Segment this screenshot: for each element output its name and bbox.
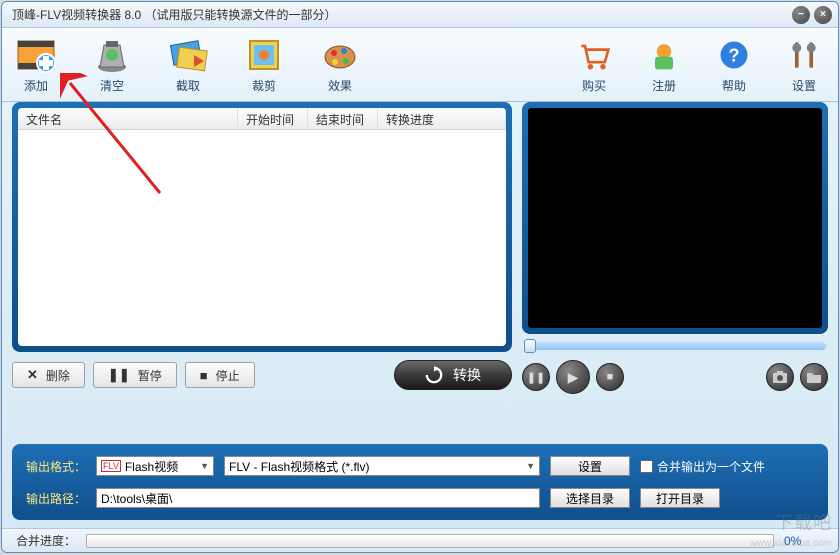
player-pause-button[interactable]: ❚❚ (522, 363, 550, 391)
stop-button[interactable]: ■停止 (185, 362, 255, 388)
col-filename: 文件名 (18, 108, 238, 129)
minimize-button[interactable]: − (792, 6, 810, 24)
path-label: 输出路径： (26, 490, 86, 507)
slider-thumb[interactable] (524, 339, 536, 353)
stop-icon: ■ (200, 368, 208, 383)
format-ext-select[interactable]: FLV - Flash视频格式 (*.flv) ▼ (224, 456, 540, 476)
statusbar: 合并进度： 0% (2, 528, 838, 552)
choose-dir-button[interactable]: 选择目录 (550, 488, 630, 508)
delete-icon: ✕ (27, 367, 38, 383)
crop-button[interactable]: 裁剪 (238, 33, 290, 96)
effect-label: 效果 (328, 77, 352, 94)
crop-icon (244, 35, 284, 75)
delete-button[interactable]: ✕删除 (12, 362, 85, 388)
merge-progress-bar (86, 534, 774, 548)
clear-icon (92, 35, 132, 75)
chevron-down-icon: ▼ (526, 461, 535, 471)
open-folder-button[interactable] (800, 363, 828, 391)
format-row: 输出格式： FLV Flash视频 ▼ FLV - Flash视频格式 (*.f… (26, 456, 814, 476)
convert-button[interactable]: 转换 (394, 360, 512, 390)
format-settings-button[interactable]: 设置 (550, 456, 630, 476)
help-icon: ? (714, 35, 754, 75)
add-button[interactable]: 添加 (10, 33, 62, 96)
window-title: 顶峰-FLV视频转换器 8.0 （试用版只能转换源文件的一部分） (12, 6, 792, 23)
watermark-url: www.xiazaiba.com (750, 538, 832, 549)
format-type-select[interactable]: FLV Flash视频 ▼ (96, 456, 214, 476)
player-play-button[interactable]: ▶ (556, 360, 590, 394)
buy-button[interactable]: 购买 (568, 33, 620, 96)
col-progress: 转换进度 (378, 108, 506, 129)
crop-label: 裁剪 (252, 77, 276, 94)
toolbar-right-group: 购买 注册 ? 帮助 设置 (568, 33, 830, 96)
convert-icon (425, 366, 443, 384)
col-start-time: 开始时间 (238, 108, 308, 129)
effect-icon (320, 35, 360, 75)
settings-button[interactable]: 设置 (778, 33, 830, 96)
clear-button[interactable]: 清空 (86, 33, 138, 96)
close-button[interactable]: × (814, 6, 832, 24)
left-panel: 文件名 开始时间 结束时间 转换进度 ✕删除 ❚❚暂停 ■停止 转换 (12, 102, 512, 436)
capture-label: 截取 (176, 77, 200, 94)
add-label: 添加 (24, 77, 48, 94)
snapshot-button[interactable] (766, 363, 794, 391)
right-panel: ❚❚ ▶ ■ (522, 102, 828, 436)
help-button[interactable]: ? 帮助 (708, 33, 760, 96)
main-toolbar: 添加 清空 截取 裁剪 (2, 28, 838, 102)
settings-icon (784, 35, 824, 75)
register-label: 注册 (652, 77, 676, 94)
file-list[interactable]: 文件名 开始时间 结束时间 转换进度 (18, 108, 506, 346)
video-preview[interactable] (528, 108, 822, 328)
watermark-text: 下载吧 (775, 509, 832, 535)
titlebar: 顶峰-FLV视频转换器 8.0 （试用版只能转换源文件的一部分） − × (2, 2, 838, 28)
register-icon (644, 35, 684, 75)
buy-label: 购买 (582, 77, 606, 94)
col-end-time: 结束时间 (308, 108, 378, 129)
help-label: 帮助 (722, 77, 746, 94)
flv-badge-icon: FLV (101, 460, 121, 472)
main-area: 文件名 开始时间 结束时间 转换进度 ✕删除 ❚❚暂停 ■停止 转换 (2, 102, 838, 436)
playback-slider[interactable] (524, 342, 826, 350)
capture-button[interactable]: 截取 (162, 33, 214, 96)
player-stop-button[interactable]: ■ (596, 363, 624, 391)
file-list-container: 文件名 开始时间 结束时间 转换进度 (12, 102, 512, 352)
effect-button[interactable]: 效果 (314, 33, 366, 96)
clear-label: 清空 (100, 77, 124, 94)
toolbar-left-group: 添加 清空 截取 裁剪 (10, 33, 366, 96)
pause-button[interactable]: ❚❚暂停 (93, 362, 177, 388)
merge-checkbox[interactable] (640, 460, 653, 473)
output-settings: 输出格式： FLV Flash视频 ▼ FLV - Flash视频格式 (*.f… (12, 444, 828, 520)
list-controls: ✕删除 ❚❚暂停 ■停止 转换 (12, 360, 512, 390)
settings-label: 设置 (792, 77, 816, 94)
app-window: 顶峰-FLV视频转换器 8.0 （试用版只能转换源文件的一部分） − × 添加 … (1, 1, 839, 553)
player-controls: ❚❚ ▶ ■ (522, 358, 828, 396)
window-controls: − × (792, 6, 832, 24)
camera-icon (773, 371, 787, 383)
capture-icon (168, 35, 208, 75)
svg-text:?: ? (729, 45, 740, 65)
open-dir-button[interactable]: 打开目录 (640, 488, 720, 508)
file-list-header: 文件名 开始时间 结束时间 转换进度 (18, 108, 506, 130)
buy-icon (574, 35, 614, 75)
path-row: 输出路径： D:\tools\桌面\ 选择目录 打开目录 (26, 488, 814, 508)
chevron-down-icon: ▼ (200, 461, 209, 471)
format-label: 输出格式： (26, 458, 86, 475)
merge-checkbox-wrap[interactable]: 合并输出为一个文件 (640, 458, 765, 475)
output-path-input[interactable]: D:\tools\桌面\ (96, 488, 540, 508)
merge-progress-label: 合并进度： (16, 532, 76, 549)
folder-icon (807, 371, 821, 383)
merge-checkbox-label: 合并输出为一个文件 (657, 458, 765, 475)
preview-container (522, 102, 828, 334)
add-icon (16, 35, 56, 75)
pause-icon: ❚❚ (108, 367, 130, 383)
register-button[interactable]: 注册 (638, 33, 690, 96)
